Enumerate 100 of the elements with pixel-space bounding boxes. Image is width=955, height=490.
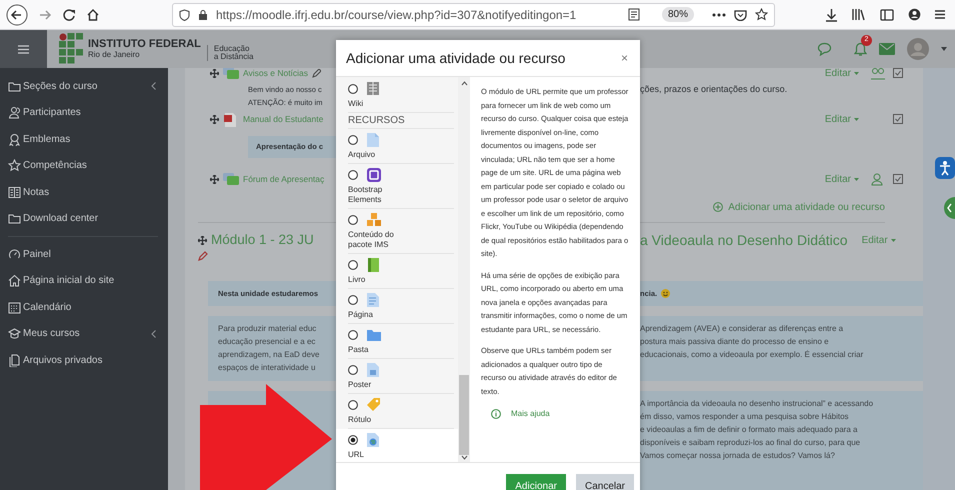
move-handle-icon[interactable] <box>198 236 207 245</box>
plus-circle-icon <box>713 202 724 212</box>
completion-checkbox-icon[interactable] <box>893 174 903 184</box>
grid-icon <box>366 81 382 97</box>
unit-name-line: a Distância <box>214 53 254 61</box>
chat-bubbles-icon <box>223 172 239 186</box>
address-bar[interactable]: https://moodle.ifrj.edu.br/course/view.php?id=307&notifyeditingon=1 80% <box>172 2 775 26</box>
forward-button[interactable] <box>38 8 52 22</box>
more-help-link[interactable]: Mais ajuda <box>491 408 629 420</box>
pencil-icon[interactable] <box>198 251 208 261</box>
sidebar-item[interactable]: Calendário <box>8 294 168 320</box>
sidebar-item[interactable]: Meus cursos <box>8 320 168 347</box>
paragraph-text: A importância da videoaula no desenho instrucional” e acessando <box>640 398 874 410</box>
completion-checkbox-icon[interactable] <box>893 68 903 78</box>
completion-checkbox-icon[interactable] <box>893 114 903 124</box>
activity-option[interactable]: Poster <box>348 359 454 394</box>
radio-button[interactable] <box>348 365 358 375</box>
paragraph-text: Aprendizagem (AVEA) e considerar as diferenças entre a <box>640 323 844 335</box>
paragraph-text: e videoaulas a fim de definir o formato mais adequado para a <box>640 424 858 436</box>
description-text: ções, prazos e orientações do curso. <box>640 83 788 96</box>
activity-option[interactable]: Pasta <box>348 324 454 359</box>
scroll-down-icon[interactable] <box>460 455 468 460</box>
document-icon <box>223 112 239 126</box>
graduation-cap-icon <box>8 327 21 340</box>
radio-button[interactable] <box>348 135 358 145</box>
globe-document-icon <box>366 432 382 448</box>
reload-button[interactable] <box>62 8 76 22</box>
chevron-icon[interactable] <box>151 82 156 90</box>
lock-icon <box>198 8 208 20</box>
sidebar-item[interactable]: Competências <box>8 152 168 179</box>
shield-icon <box>179 8 190 20</box>
star-icon[interactable] <box>755 8 768 21</box>
pocket-icon[interactable] <box>734 8 747 20</box>
radio-button[interactable] <box>348 260 358 270</box>
radio-button[interactable] <box>348 170 358 180</box>
sidebar-item[interactable]: Página inicial do site <box>8 268 168 294</box>
download-icon[interactable] <box>825 8 838 22</box>
cancel-button[interactable]: Cancelar <box>576 474 634 490</box>
more-actions-icon[interactable] <box>712 12 726 16</box>
tag-icon <box>366 397 382 413</box>
radio-button[interactable] <box>348 330 358 340</box>
account-icon[interactable] <box>908 8 921 21</box>
activity-option[interactable]: Arquivo <box>348 129 454 164</box>
sidebar-item[interactable]: Arquivos privados <box>8 347 168 374</box>
add-button[interactable]: Adicionar <box>506 474 566 490</box>
paragraph-text: aprendizagem, na EaD deve <box>218 349 320 361</box>
paragraph-text: educacionais, como a videoaula por exemplo. É essencial criar <box>640 349 864 361</box>
close-button[interactable]: × <box>620 52 628 64</box>
paragraph-text: ém disso, vamos responder a uma pesquisa sobre Hábitos <box>640 411 849 423</box>
sidebar-item[interactable]: Download center <box>8 206 168 232</box>
chevron-icon[interactable] <box>151 330 156 338</box>
drawer-toggle-icon[interactable] <box>943 197 955 219</box>
scroll-up-icon[interactable] <box>460 81 468 86</box>
logo-title: INSTITUTO FEDERAL <box>88 39 201 50</box>
caret-icon[interactable] <box>941 47 947 51</box>
star-icon <box>8 159 21 172</box>
folder-icon <box>366 327 382 343</box>
move-handle-icon[interactable] <box>210 68 219 78</box>
sidebar-item[interactable]: Painel <box>8 241 168 268</box>
radio-button[interactable] <box>348 435 358 445</box>
activity-option[interactable]: Wiki <box>348 81 454 113</box>
paragraph-text: postura mais passiva diante do processo de ensino e <box>640 336 829 348</box>
sidebar-icon[interactable] <box>880 8 894 20</box>
zoom-level-badge[interactable]: 80% <box>662 7 694 22</box>
sidebar-item[interactable]: Emblemas <box>8 126 168 152</box>
logo-subtitle: Rio de Janeiro <box>88 51 141 59</box>
paragraph-text: educação presencial e a ec <box>218 336 316 348</box>
activity-option[interactable]: Livro <box>348 254 454 289</box>
award-icon <box>8 132 21 146</box>
home-button[interactable] <box>86 8 100 22</box>
file-icon <box>366 132 382 148</box>
activity-option[interactable]: URL <box>336 429 458 462</box>
scrollbar[interactable] <box>458 77 470 462</box>
radio-button[interactable] <box>348 84 358 94</box>
radio-button[interactable] <box>348 295 358 305</box>
activity-option[interactable]: Bootstrap Elements <box>348 164 454 209</box>
radio-button[interactable] <box>348 400 358 410</box>
back-button[interactable] <box>6 4 28 26</box>
move-handle-icon[interactable] <box>210 174 219 184</box>
section-title: a Videoaula no Desenho Didático <box>640 231 848 250</box>
folder-icon <box>8 80 21 93</box>
institute-logo-icon <box>59 33 83 65</box>
accessibility-icon[interactable] <box>935 157 955 179</box>
activity-option[interactable]: Conteúdo do pacote IMS <box>348 209 454 254</box>
move-handle-icon[interactable] <box>210 114 219 124</box>
gauge-icon <box>8 248 21 261</box>
sidebar-item[interactable]: Participantes <box>8 100 168 126</box>
notification-bell-icon[interactable] <box>854 42 867 56</box>
radio-button[interactable] <box>348 215 358 225</box>
menu-icon[interactable] <box>935 9 945 20</box>
sidebar-item[interactable]: Seções do curso <box>8 73 168 100</box>
menu-toggle-button[interactable] <box>0 30 47 68</box>
sidebar-item[interactable]: Notas <box>8 179 168 206</box>
smiley-icon <box>661 289 670 298</box>
pencil-icon[interactable] <box>312 68 322 78</box>
people-icon <box>8 106 21 120</box>
scrollbar-thumb[interactable] <box>459 375 469 455</box>
reader-view-icon[interactable] <box>628 8 640 21</box>
activity-option[interactable]: Página <box>348 289 454 324</box>
library-icon[interactable] <box>852 8 866 21</box>
